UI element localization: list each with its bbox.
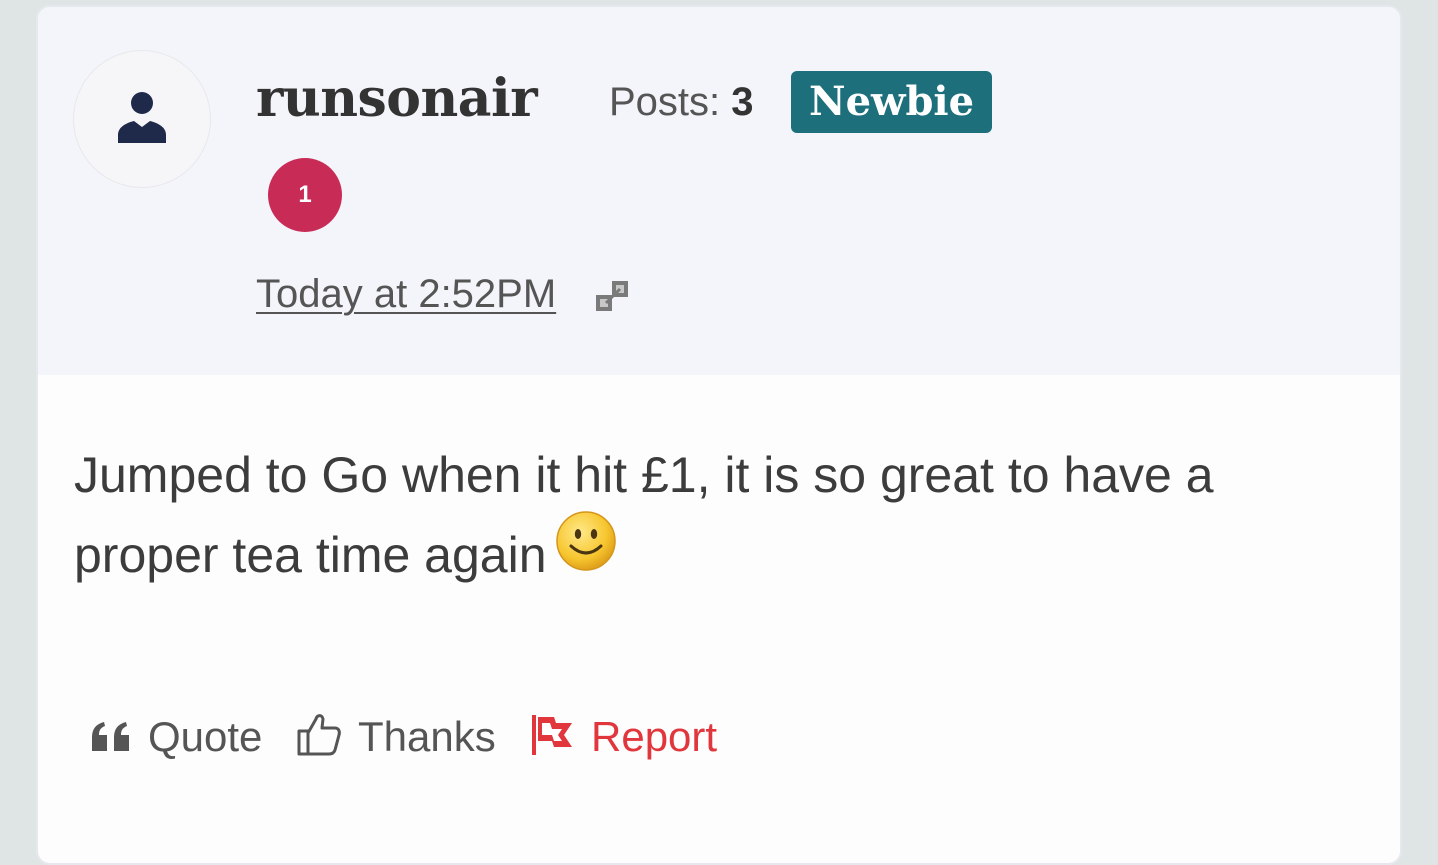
post-body-text: Jumped to Go when it hit £1, it is so gr… bbox=[74, 447, 1214, 583]
user-silhouette-icon bbox=[118, 92, 166, 143]
thumbs-up-icon bbox=[297, 714, 341, 756]
posts-label: Posts: bbox=[609, 80, 721, 124]
report-label: Report bbox=[591, 713, 718, 760]
level-badge: 1 bbox=[268, 158, 342, 232]
flag-icon bbox=[532, 715, 572, 755]
rank-badge: Newbie bbox=[791, 71, 993, 133]
quote-button[interactable]: Quote bbox=[90, 707, 270, 767]
thanks-button[interactable]: Thanks bbox=[296, 707, 506, 767]
quote-icon bbox=[92, 722, 129, 751]
posts-count-value: 3 bbox=[731, 80, 754, 124]
post-header: runsonair Posts: 3 Newbie 1 Today at 2:5… bbox=[38, 7, 1400, 375]
smiley-face-icon bbox=[555, 510, 617, 595]
avatar[interactable] bbox=[73, 50, 211, 188]
posts-count: Posts: 3 bbox=[609, 77, 754, 127]
quote-label: Quote bbox=[148, 713, 263, 760]
expand-link-icon[interactable] bbox=[594, 279, 630, 320]
post-timestamp-link[interactable]: Today at 2:52PM bbox=[256, 269, 556, 319]
report-button[interactable]: Report bbox=[530, 707, 730, 767]
thanks-label: Thanks bbox=[358, 713, 496, 760]
post-card: runsonair Posts: 3 Newbie 1 Today at 2:5… bbox=[36, 5, 1402, 865]
username-link[interactable]: runsonair bbox=[256, 59, 538, 139]
post-body: Jumped to Go when it hit £1, it is so gr… bbox=[74, 435, 1344, 601]
